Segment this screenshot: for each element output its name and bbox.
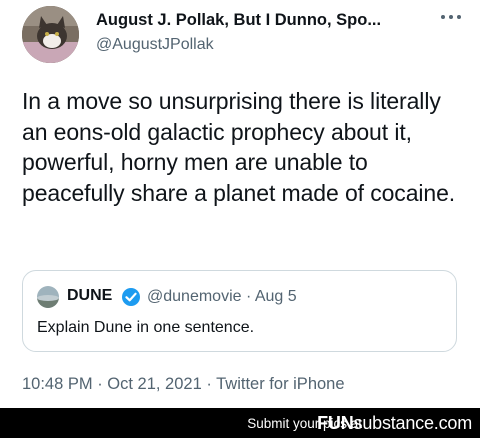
tweet-timestamp[interactable]: 10:48 PM · Oct 21, 2021 · Twitter for iP… <box>22 375 345 394</box>
tweet-card: August J. Pollak, But I Dunno, Spo... @A… <box>0 0 480 408</box>
quoted-handle-date[interactable]: @dunemovie · Aug 5 <box>147 288 297 306</box>
author-display-name[interactable]: August J. Pollak, But I Dunno, Spo... <box>96 11 416 30</box>
verified-badge-icon <box>121 287 141 307</box>
footer-bar: Submit your pics at FUNsubstance.com <box>0 408 480 438</box>
logo-fun-text: FUN <box>317 413 354 433</box>
quoted-tweet[interactable]: DUNE @dunemovie · Aug 5 Explain Dune in … <box>22 270 457 352</box>
logo-rest-text: substance.com <box>353 413 473 433</box>
funsubstance-logo[interactable]: FUNsubstance.com <box>317 413 472 434</box>
quoted-name[interactable]: DUNE <box>67 287 112 305</box>
author-handle[interactable]: @AugustJPollak <box>96 36 214 54</box>
ellipsis-icon[interactable] <box>438 10 464 24</box>
author-avatar[interactable] <box>22 6 79 63</box>
tweet-text: In a move so unsurprising there is liter… <box>22 88 456 206</box>
quoted-text: Explain Dune in one sentence. <box>37 319 255 336</box>
quoted-avatar[interactable] <box>37 286 59 308</box>
